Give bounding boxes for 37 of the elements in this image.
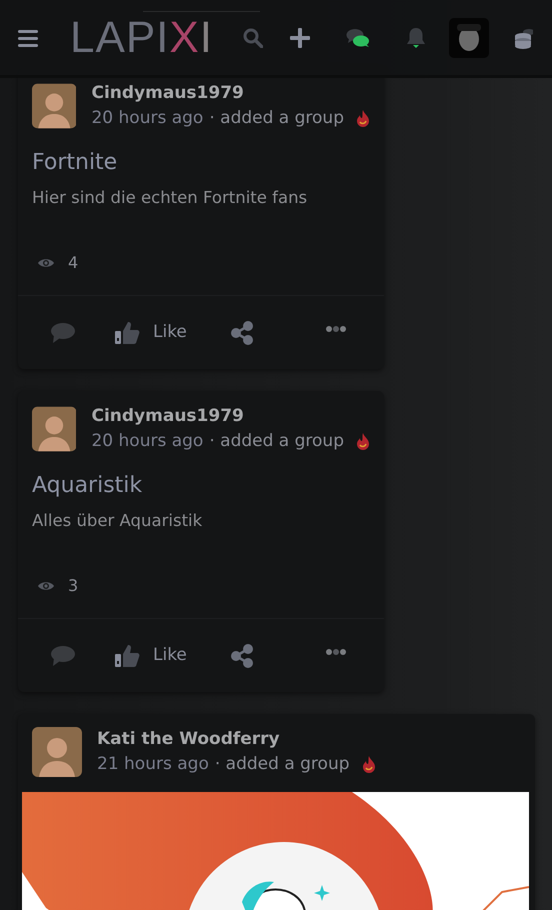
more-icon[interactable] <box>326 648 346 654</box>
author-name[interactable]: Cindymaus1979 <box>91 404 370 428</box>
more-icon[interactable] <box>326 326 346 332</box>
thumbs-up-icon <box>115 320 141 344</box>
chat-icon[interactable] <box>346 28 370 48</box>
fire-icon <box>362 756 376 772</box>
author-avatar[interactable] <box>32 81 76 131</box>
eye-icon <box>38 580 54 592</box>
view-count: 3 <box>68 575 78 597</box>
like-button[interactable]: Like <box>115 320 187 346</box>
author-name[interactable]: Kati the Woodferry <box>97 727 376 751</box>
like-button[interactable]: Like <box>115 642 187 668</box>
share-icon[interactable] <box>230 320 253 344</box>
eye-icon <box>38 257 54 269</box>
fire-icon <box>356 432 370 450</box>
author-name[interactable]: Cindymaus1979 <box>91 81 370 105</box>
bell-icon[interactable] <box>406 26 426 48</box>
fire-icon <box>356 110 370 126</box>
group-description: Alles über Aquaristik <box>32 510 204 532</box>
logo[interactable]: LAPIXI <box>70 16 213 60</box>
post-time[interactable]: 20 hours ago <box>91 428 204 454</box>
post-time[interactable]: 20 hours ago <box>91 105 204 131</box>
group-description: Hier sind die echten Fortnite fans <box>32 187 308 209</box>
view-count: 4 <box>68 252 78 274</box>
menu-icon[interactable] <box>18 28 38 48</box>
group-title[interactable]: Fortnite <box>32 147 370 179</box>
thumbs-up-icon <box>115 644 141 668</box>
post-action: · added a group <box>214 753 350 776</box>
author-avatar[interactable] <box>32 404 76 454</box>
group-title[interactable]: Aquaristik <box>32 470 370 502</box>
user-avatar[interactable] <box>448 18 489 58</box>
post-time[interactable]: 21 hours ago <box>97 751 209 777</box>
coins-icon[interactable] <box>514 26 533 48</box>
share-icon[interactable] <box>230 644 253 668</box>
plus-icon[interactable] <box>290 28 310 48</box>
post-action: · added a group <box>209 107 344 130</box>
post-action: · added a group <box>209 430 344 453</box>
